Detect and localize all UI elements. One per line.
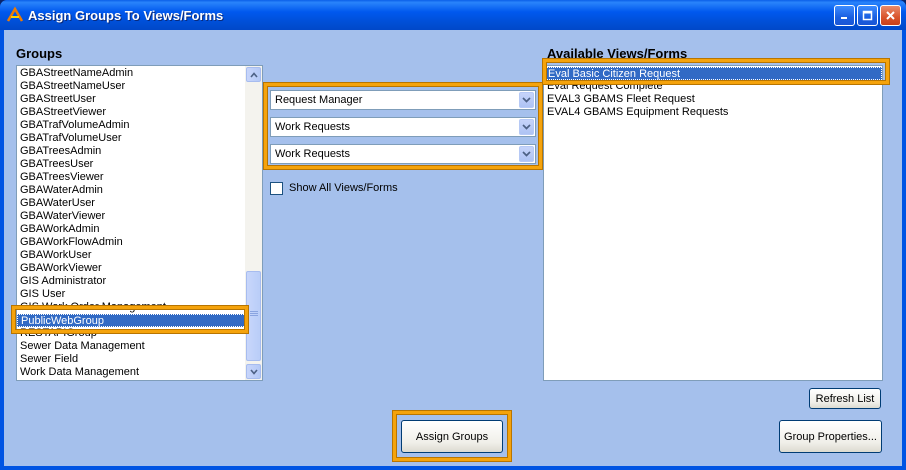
list-item[interactable]: GBAWaterViewer — [17, 210, 246, 223]
list-item[interactable]: GBAStreetUser — [17, 93, 246, 106]
group-properties-button[interactable]: Group Properties... — [779, 420, 882, 453]
groups-list-items: GBAStreetNameAdmin GBAStreetNameUser GBASt… — [17, 67, 246, 379]
module-combo-dropdown-button[interactable] — [519, 119, 534, 135]
maximize-button[interactable] — [857, 5, 878, 26]
type-combo-dropdown-button[interactable] — [519, 146, 534, 162]
close-icon — [886, 11, 895, 20]
list-item[interactable]: GBAStreetNameAdmin — [17, 67, 246, 80]
type-combo-value: Work Requests — [275, 148, 350, 160]
list-item[interactable]: GBATreesAdmin — [17, 145, 246, 158]
maximize-icon — [862, 10, 873, 21]
chevron-down-icon — [522, 124, 531, 130]
list-item[interactable]: Work Data Management — [17, 366, 246, 379]
list-item[interactable]: GBATrafVolumeUser — [17, 132, 246, 145]
type-combo[interactable]: Work Requests — [270, 144, 536, 164]
list-item[interactable]: GBATrafVolumeAdmin — [17, 119, 246, 132]
list-item[interactable]: GBAWorkAdmin — [17, 223, 246, 236]
list-item[interactable]: Eval Request Complete — [544, 80, 882, 93]
groups-listbox[interactable]: GBAStreetNameAdmin GBAStreetNameUser GBASt… — [16, 65, 263, 381]
list-item[interactable]: Sewer Data Management — [17, 340, 246, 353]
window-frame-bottom — [0, 466, 906, 470]
list-item[interactable]: GBAWaterUser — [17, 197, 246, 210]
refresh-list-button[interactable]: Refresh List — [809, 388, 881, 409]
chevron-down-icon — [522, 151, 531, 157]
list-item[interactable]: GBATreesViewer — [17, 171, 246, 184]
list-item[interactable]: GBAWorkViewer — [17, 262, 246, 275]
groups-scrollbar[interactable] — [245, 66, 262, 380]
grip-icon — [250, 311, 258, 316]
window-title: Assign Groups To Views/Forms — [28, 8, 224, 23]
chevron-down-icon — [522, 97, 531, 103]
list-item[interactable]: GIS Work Order Management — [17, 301, 246, 314]
show-all-checkbox[interactable] — [270, 182, 283, 195]
groups-heading: Groups — [16, 46, 63, 61]
scroll-thumb[interactable] — [246, 271, 261, 361]
list-item[interactable]: GBATreesUser — [17, 158, 246, 171]
list-item[interactable]: GBAStreetViewer — [17, 106, 246, 119]
minimize-button[interactable] — [834, 5, 855, 26]
list-item[interactable]: PublicWebGroup — [17, 314, 246, 327]
minimize-icon — [841, 17, 847, 19]
list-item[interactable]: Eval Basic Citizen Request — [544, 67, 882, 80]
chevron-down-icon — [249, 368, 258, 375]
category-combo-value: Request Manager — [275, 94, 363, 106]
list-item[interactable]: EVAL3 GBAMS Fleet Request — [544, 93, 882, 106]
show-all-label: Show All Views/Forms — [289, 182, 398, 194]
app-icon — [6, 6, 24, 22]
list-item[interactable]: GBAWorkFlowAdmin — [17, 236, 246, 249]
app-window: Assign Groups To Views/Forms Groups GBAS… — [0, 0, 906, 470]
list-item[interactable]: GBAWaterAdmin — [17, 184, 246, 197]
scroll-up-button[interactable] — [246, 67, 261, 82]
assign-groups-button[interactable]: Assign Groups — [401, 420, 503, 453]
close-button[interactable] — [880, 5, 901, 26]
list-item[interactable]: Sewer Field — [17, 353, 246, 366]
views-list-items: Eval Basic Citizen Request Eval Request C… — [544, 67, 882, 119]
list-item[interactable]: GIS Administrator — [17, 275, 246, 288]
views-heading: Available Views/Forms — [547, 46, 688, 61]
views-listbox[interactable]: Eval Basic Citizen Request Eval Request C… — [543, 65, 883, 381]
category-combo-dropdown-button[interactable] — [519, 92, 534, 108]
chevron-up-icon — [249, 71, 258, 78]
module-combo-value: Work Requests — [275, 121, 350, 133]
list-item[interactable]: GBAWorkUser — [17, 249, 246, 262]
list-item[interactable]: GIS User — [17, 288, 246, 301]
list-item[interactable]: RESTAPIGroup — [17, 327, 246, 340]
title-bar[interactable]: Assign Groups To Views/Forms — [0, 0, 906, 30]
category-combo[interactable]: Request Manager — [270, 90, 536, 110]
scroll-down-button[interactable] — [246, 364, 261, 379]
module-combo[interactable]: Work Requests — [270, 117, 536, 137]
list-item[interactable]: GBAStreetNameUser — [17, 80, 246, 93]
list-item[interactable]: EVAL4 GBAMS Equipment Requests — [544, 106, 882, 119]
